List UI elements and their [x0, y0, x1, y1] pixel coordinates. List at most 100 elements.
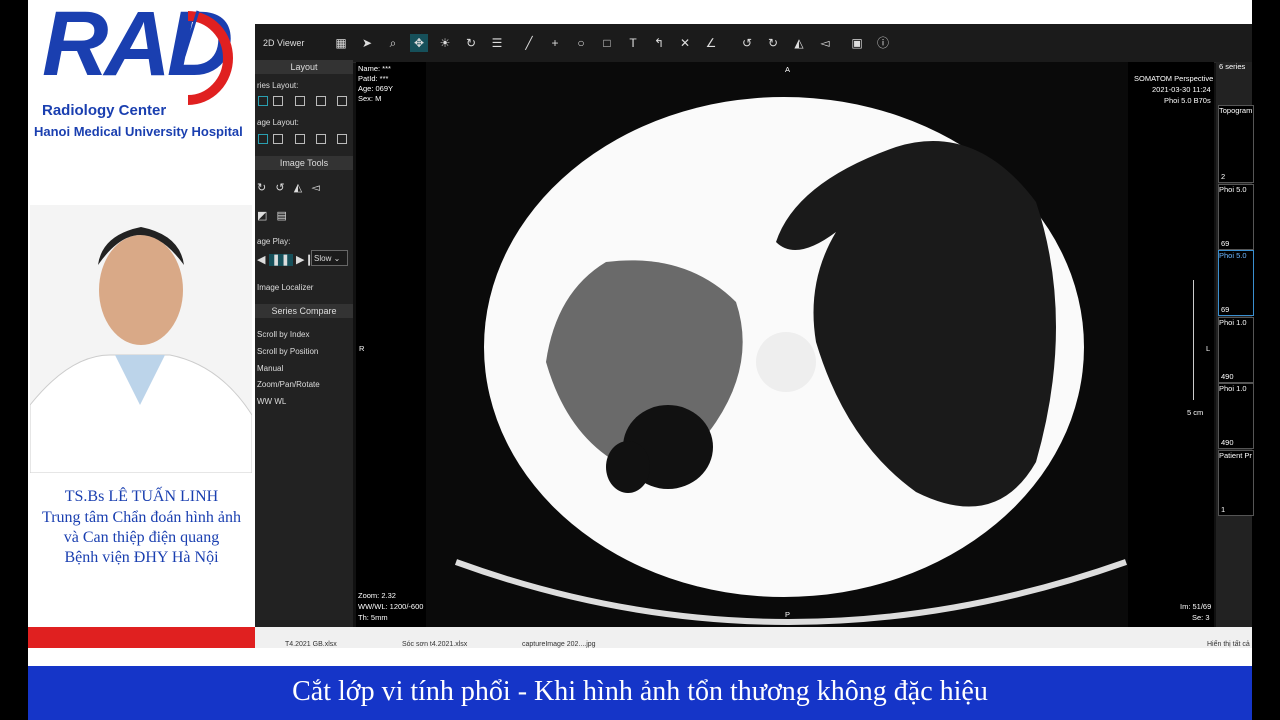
presenter-photo: [30, 205, 252, 473]
layout-option-icon[interactable]: [258, 96, 268, 106]
layout-option-icon[interactable]: [273, 96, 283, 106]
speed-value: Slow: [314, 254, 332, 263]
series-thumb-topogram[interactable]: Topogram 2: [1218, 105, 1254, 183]
rotate-right-icon[interactable]: ↻: [764, 34, 782, 52]
overlay-image-number: Im: 51/69: [1180, 602, 1212, 611]
rotate-icon[interactable]: ↻: [462, 34, 480, 52]
ct-image-viewport[interactable]: [356, 62, 1214, 627]
line-icon[interactable]: ╱: [520, 34, 538, 52]
invert-icon[interactable]: ◩ ▤: [257, 209, 287, 222]
orientation-r: R: [359, 344, 365, 353]
flip-h-icon[interactable]: ◭: [790, 34, 808, 52]
logo-line2: Hanoi Medical University Hospital: [34, 124, 243, 139]
thumb-count: 69: [1221, 239, 1230, 248]
scroll-by-position[interactable]: Scroll by Position: [257, 347, 318, 356]
layout-option-icon[interactable]: [337, 96, 347, 106]
series-count: 6 series: [1219, 62, 1246, 71]
overlay-sex: Sex: M: [358, 94, 382, 103]
thumb-label: Phoi 1.0: [1219, 384, 1247, 393]
layout-option-icon[interactable]: [258, 134, 268, 144]
series-thumb-5[interactable]: Phoi 1.0 490: [1218, 383, 1254, 449]
presenter-line3: Bệnh viện ĐHY Hà Nội: [64, 549, 219, 566]
crosshair-icon[interactable]: +: [546, 34, 564, 52]
pointer-icon[interactable]: ➤: [358, 34, 376, 52]
caption-spacer: [28, 648, 1252, 666]
window-level-icon[interactable]: ☀: [436, 34, 454, 52]
thumb-label: Topogram: [1219, 106, 1253, 115]
zoom-icon[interactable]: ⌕: [384, 34, 402, 52]
scale-bar: [1193, 280, 1194, 400]
thumb-count: 1: [1221, 505, 1226, 514]
overlay-zoom: Zoom: 2.32: [358, 591, 396, 600]
presenter-line2: và Can thiệp điện quang: [63, 529, 220, 546]
series-thumb-2[interactable]: Phoi 5.0 69: [1218, 184, 1254, 250]
overlay-kernel: Phoi 5.0 B70s: [1164, 96, 1211, 105]
flip-v-icon[interactable]: ◅: [816, 34, 834, 52]
thumb-count: 490: [1221, 372, 1234, 381]
section-series-compare[interactable]: Series Compare: [255, 304, 353, 318]
zoom-pan-rotate-option[interactable]: Zoom/Pan/Rotate: [257, 380, 320, 389]
rectangle-icon[interactable]: □: [598, 34, 616, 52]
wwwl-option[interactable]: WW WL: [257, 397, 286, 406]
grid-icon[interactable]: ▦: [332, 34, 350, 52]
orientation-l: L: [1206, 344, 1211, 353]
angle-icon[interactable]: ∠: [702, 34, 720, 52]
menu-icon[interactable]: ☰: [488, 34, 506, 52]
pan-icon[interactable]: ✥: [410, 34, 428, 52]
layout-option-icon[interactable]: [316, 134, 326, 144]
layout-option-icon[interactable]: [337, 134, 347, 144]
arrow-icon[interactable]: ↰: [650, 34, 668, 52]
thumb-label: Patient Pr: [1219, 451, 1252, 460]
orientation-a: A: [785, 65, 791, 74]
presenter-line1: Trung tâm Chẩn đoán hình ảnh: [42, 509, 241, 526]
download-file-2[interactable]: Sóc sơn t4.2021.xlsx: [402, 641, 467, 648]
rotate-icon[interactable]: ↻ ↺ ◭ ◅: [257, 181, 320, 194]
manual-option[interactable]: Manual: [257, 364, 283, 373]
orientation-p: P: [785, 610, 791, 619]
download-file-1[interactable]: T4.2021 GB.xlsx: [285, 641, 337, 648]
layout-option-icon[interactable]: [273, 134, 283, 144]
section-layout[interactable]: Layout: [255, 60, 353, 74]
overlay-thickness: Th: 5mm: [358, 613, 388, 622]
info-icon[interactable]: ⓘ: [874, 34, 892, 52]
overlay-name: Name: ***: [358, 64, 391, 73]
image-play-label: age Play:: [257, 237, 291, 246]
series-thumb-3-selected[interactable]: Phoi 5.0 69: [1218, 250, 1254, 316]
overlay-device: SOMATOM Perspective: [1134, 74, 1214, 83]
thumb-count: 69: [1221, 305, 1230, 314]
scroll-by-index[interactable]: Scroll by Index: [257, 330, 309, 339]
thumb-count: 2: [1221, 172, 1226, 181]
overlay-wwwl: WW/WL: 1200/-600: [358, 602, 424, 611]
section-image-tools[interactable]: Image Tools: [255, 156, 353, 170]
layout-option-icon[interactable]: [295, 134, 305, 144]
delete-icon[interactable]: ✕: [676, 34, 694, 52]
thumb-label: Phoi 5.0: [1219, 185, 1247, 194]
overlay-patid: PatId: ***: [358, 74, 389, 83]
ct-scan-image: [356, 62, 1214, 627]
series-thumb-6[interactable]: Patient Pr 1: [1218, 450, 1254, 516]
text-icon[interactable]: T: [624, 34, 642, 52]
thumb-label: Phoi 5.0: [1219, 251, 1247, 260]
caption-text: Cắt lớp vi tính phổi - Khi hình ảnh tổn …: [292, 676, 988, 707]
ellipse-icon[interactable]: ○: [572, 34, 590, 52]
side-panel: [255, 62, 353, 627]
download-file-3[interactable]: captureImage 202....jpg: [522, 641, 596, 648]
right-margin: [1252, 0, 1280, 648]
rotate-left-icon[interactable]: ↺: [738, 34, 756, 52]
viewer-title: 2D Viewer: [263, 38, 305, 48]
top-margin: [255, 0, 1252, 24]
left-margin: [0, 0, 28, 720]
save-icon[interactable]: ▣: [848, 34, 866, 52]
image-localizer[interactable]: Image Localizer: [257, 283, 313, 292]
speed-select[interactable]: Slow ⌄: [311, 250, 348, 266]
show-all-link[interactable]: Hiển thị tất cả: [1207, 641, 1250, 648]
overlay-series-number: Se: 3: [1192, 613, 1210, 622]
layout-option-icon[interactable]: [295, 96, 305, 106]
series-thumb-4[interactable]: Phoi 1.0 490: [1218, 317, 1254, 383]
presenter-name: TS.Bs LÊ TUẤN LINH: [64, 488, 219, 505]
red-strip: [28, 627, 255, 648]
layout-option-icon[interactable]: [316, 96, 326, 106]
play-controls[interactable]: ◀ ❚❚ ▶❙: [257, 253, 314, 266]
logo-line1: Radiology Center: [42, 102, 167, 119]
thumb-count: 490: [1221, 438, 1234, 447]
